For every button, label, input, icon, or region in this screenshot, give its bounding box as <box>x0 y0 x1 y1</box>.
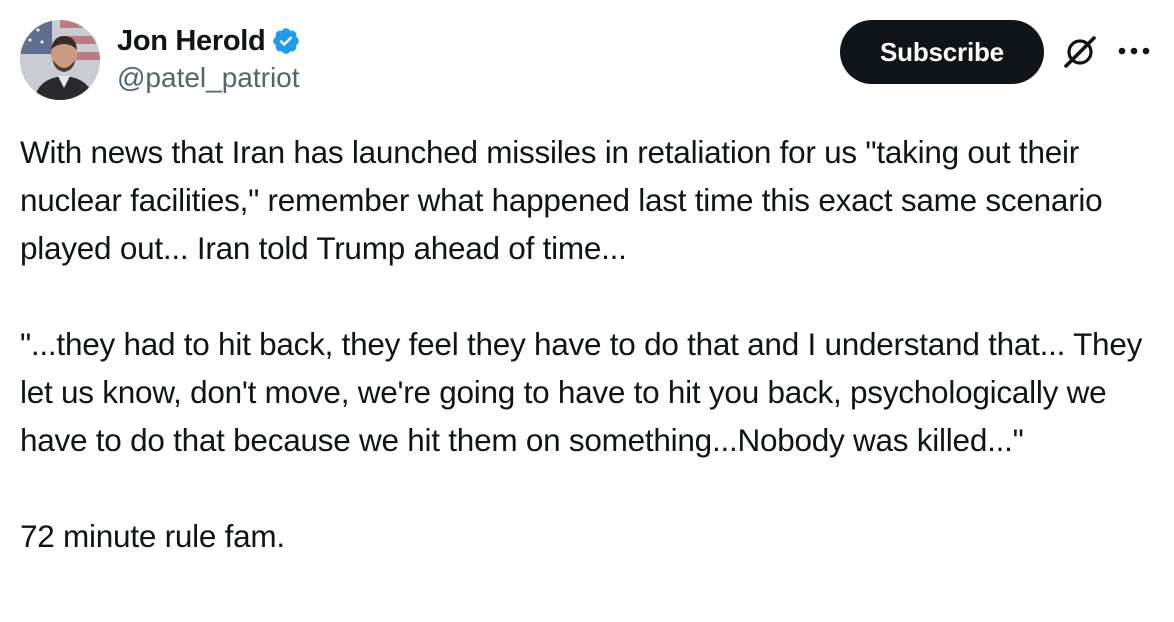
avatar-photo <box>20 20 100 100</box>
tweet-card: Jon Herold @patel_patriot Subscribe With… <box>0 0 1174 622</box>
verified-badge-icon[interactable] <box>271 26 301 56</box>
tweet-paragraph: With news that Iran has launched missile… <box>20 134 1103 266</box>
more-horizontal-icon[interactable] <box>1116 38 1152 64</box>
author-name-row: Jon Herold <box>117 22 301 60</box>
tweet-paragraph: "...they had to hit back, they feel they… <box>20 326 1143 458</box>
avatar[interactable] <box>20 20 100 100</box>
author-handle[interactable]: @patel_patriot <box>117 62 300 94</box>
author-display-name[interactable]: Jon Herold <box>117 25 266 58</box>
tweet-text: With news that Iran has launched missile… <box>20 128 1160 560</box>
tweet-paragraph: 72 minute rule fam. <box>20 518 285 554</box>
subscribe-button[interactable]: Subscribe <box>840 20 1044 84</box>
grok-slash-icon[interactable] <box>1062 34 1098 70</box>
